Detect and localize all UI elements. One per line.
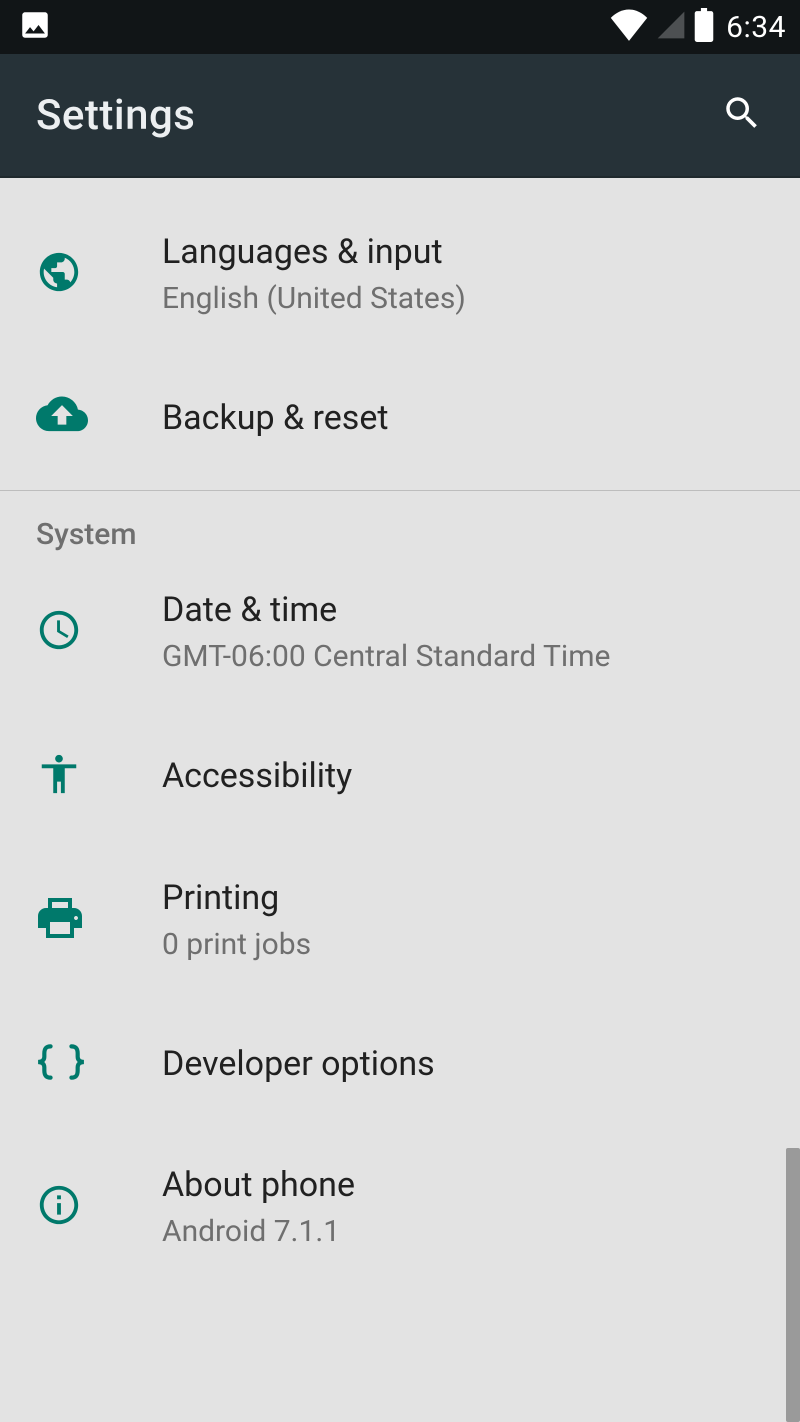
wifi-icon: [610, 9, 648, 45]
item-title: Printing: [162, 877, 768, 920]
section-header-system: System: [0, 491, 800, 560]
battery-icon: [694, 8, 714, 46]
globe-icon: [36, 249, 82, 299]
item-title: Backup & reset: [162, 397, 768, 440]
item-subtitle: Android 7.1.1: [162, 1213, 768, 1251]
search-button[interactable]: [716, 89, 768, 141]
item-title: Developer options: [162, 1043, 768, 1086]
item-title: Languages & input: [162, 231, 768, 274]
settings-item-languages-input[interactable]: Languages & input English (United States…: [0, 202, 800, 346]
settings-item-date-time[interactable]: Date & time GMT-06:00 Central Standard T…: [0, 560, 800, 704]
cellular-signal-icon: [654, 9, 688, 45]
app-bar: Settings: [0, 54, 800, 178]
item-title: Date & time: [162, 589, 768, 632]
search-icon: [721, 92, 763, 138]
info-icon: [36, 1182, 82, 1232]
item-subtitle: GMT-06:00 Central Standard Time: [162, 638, 768, 676]
settings-item-accessibility[interactable]: Accessibility: [0, 704, 800, 848]
printer-icon: [36, 896, 84, 944]
status-bar: 6:34: [0, 0, 800, 54]
cloud-upload-icon: [36, 395, 88, 441]
item-title: About phone: [162, 1164, 768, 1207]
item-title: Accessibility: [162, 755, 768, 798]
page-title: Settings: [36, 91, 195, 140]
settings-list: Languages & input English (United States…: [0, 178, 800, 1260]
settings-item-printing[interactable]: Printing 0 print jobs: [0, 848, 800, 992]
settings-item-about-phone[interactable]: About phone Android 7.1.1: [0, 1136, 800, 1260]
code-braces-icon: [36, 1043, 86, 1085]
accessibility-icon: [36, 751, 82, 801]
item-subtitle: English (United States): [162, 280, 768, 318]
screenshot-notification-icon: [18, 8, 52, 46]
status-time: 6:34: [726, 10, 786, 45]
clock-icon: [36, 607, 82, 657]
item-subtitle: 0 print jobs: [162, 926, 768, 964]
settings-item-backup-reset[interactable]: Backup & reset: [0, 346, 800, 490]
settings-item-developer-options[interactable]: Developer options: [0, 992, 800, 1136]
scrollbar-thumb[interactable]: [786, 1148, 800, 1422]
